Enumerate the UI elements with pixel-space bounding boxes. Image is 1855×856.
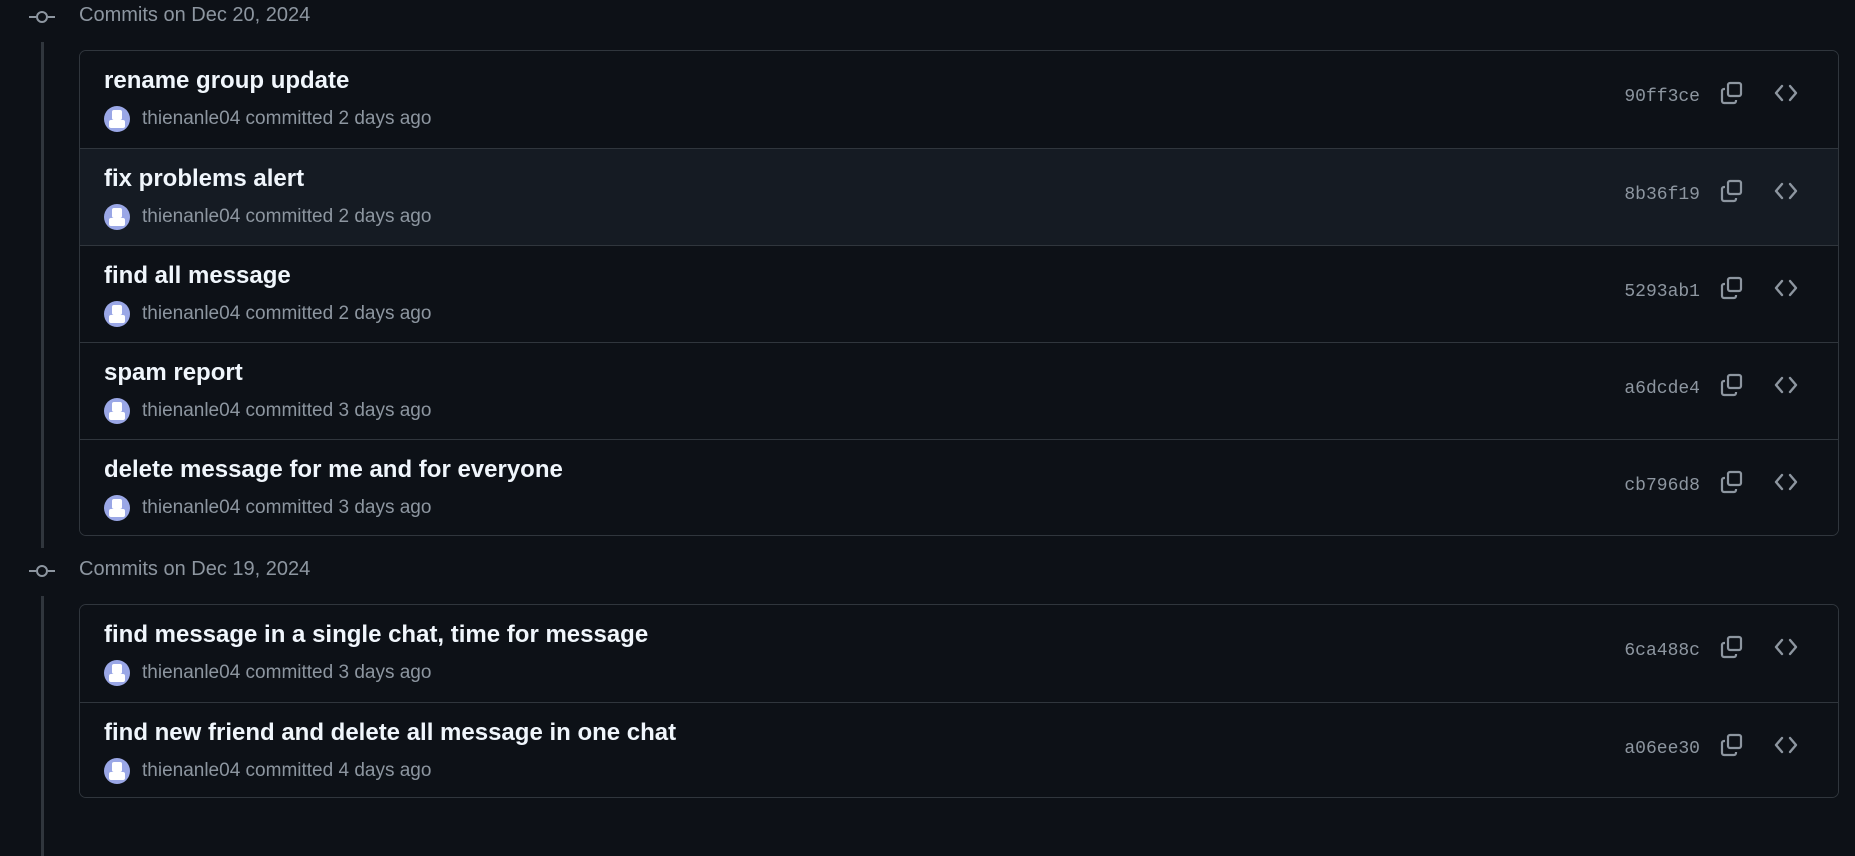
avatar[interactable] bbox=[104, 301, 130, 327]
copy-icon bbox=[1720, 635, 1743, 659]
commit-verb: committed bbox=[245, 206, 334, 227]
commit-verb: committed bbox=[245, 108, 334, 129]
browse-repo-button[interactable] bbox=[1768, 629, 1804, 665]
commit-row[interactable]: find new friend and delete all message i… bbox=[80, 702, 1838, 797]
copy-sha-button[interactable] bbox=[1714, 75, 1750, 111]
avatar[interactable] bbox=[104, 106, 130, 132]
commit-author-link[interactable]: thienanle04 bbox=[142, 662, 240, 683]
commit-meta: thienanle04 committed 3 days ago bbox=[104, 659, 431, 687]
copy-sha-button[interactable] bbox=[1714, 270, 1750, 306]
commit-time: 3 days ago bbox=[338, 662, 432, 683]
commit-row[interactable]: delete message for me and for everyone t… bbox=[80, 439, 1838, 535]
commit-meta: thienanle04 committed 3 days ago bbox=[104, 397, 431, 425]
commit-time: 2 days ago bbox=[338, 303, 432, 324]
commit-message-link[interactable]: find all message bbox=[104, 262, 291, 290]
code-icon bbox=[1774, 84, 1798, 102]
copy-sha-button[interactable] bbox=[1714, 727, 1750, 763]
copy-icon bbox=[1720, 179, 1743, 203]
commit-sha-link[interactable]: a06ee30 bbox=[1624, 739, 1700, 759]
commit-sha-link[interactable]: 6ca488c bbox=[1624, 641, 1700, 661]
commit-message-link[interactable]: rename group update bbox=[104, 67, 349, 95]
commit-row[interactable]: fix problems alert thienanle04 committed… bbox=[80, 148, 1838, 245]
copy-sha-button[interactable] bbox=[1714, 464, 1750, 500]
browse-repo-button[interactable] bbox=[1768, 270, 1804, 306]
commit-sha-link[interactable]: 5293ab1 bbox=[1624, 282, 1700, 302]
commit-sha-link[interactable]: 90ff3ce bbox=[1624, 87, 1700, 107]
commit-verb: committed bbox=[245, 400, 334, 421]
commit-verb: committed bbox=[245, 497, 334, 518]
copy-sha-button[interactable] bbox=[1714, 629, 1750, 665]
commit-message-link[interactable]: fix problems alert bbox=[104, 165, 304, 193]
commit-row[interactable]: spam report thienanle04 committed 3 days… bbox=[80, 342, 1838, 439]
commit-time: 2 days ago bbox=[338, 206, 432, 227]
commit-author-link[interactable]: thienanle04 bbox=[142, 206, 240, 227]
avatar[interactable] bbox=[104, 660, 130, 686]
commit-author-link[interactable]: thienanle04 bbox=[142, 303, 240, 324]
code-icon bbox=[1774, 638, 1798, 656]
commit-row[interactable]: find all message thienanle04 committed 2… bbox=[80, 245, 1838, 342]
commit-timeline: Commits on Dec 20, 2024 rename group upd… bbox=[0, 0, 1855, 856]
avatar[interactable] bbox=[104, 495, 130, 521]
code-icon bbox=[1774, 279, 1798, 297]
commit-group-title: Commits on Dec 19, 2024 bbox=[79, 558, 311, 580]
avatar[interactable] bbox=[104, 398, 130, 424]
commit-sha-link[interactable]: a6dcde4 bbox=[1624, 379, 1700, 399]
copy-icon bbox=[1720, 733, 1743, 757]
commit-sha-link[interactable]: cb796d8 bbox=[1624, 476, 1700, 496]
copy-sha-button[interactable] bbox=[1714, 367, 1750, 403]
git-commit-icon bbox=[29, 565, 55, 577]
commit-meta: thienanle04 committed 2 days ago bbox=[104, 105, 431, 133]
copy-icon bbox=[1720, 470, 1743, 494]
commit-sha-link[interactable]: 8b36f19 bbox=[1624, 185, 1700, 205]
commit-list: rename group update thienanle04 committe… bbox=[79, 50, 1839, 536]
browse-repo-button[interactable] bbox=[1768, 173, 1804, 209]
timeline-rail bbox=[41, 42, 44, 548]
commit-author-link[interactable]: thienanle04 bbox=[142, 497, 240, 518]
commit-time: 2 days ago bbox=[338, 108, 432, 129]
commit-message-link[interactable]: delete message for me and for everyone bbox=[104, 456, 563, 484]
commit-message-link[interactable]: find new friend and delete all message i… bbox=[104, 719, 676, 747]
commit-time: 3 days ago bbox=[338, 497, 432, 518]
commit-verb: committed bbox=[245, 303, 334, 324]
commit-row[interactable]: find message in a single chat, time for … bbox=[80, 605, 1838, 702]
timeline-rail bbox=[41, 596, 44, 856]
code-icon bbox=[1774, 473, 1798, 491]
commit-list: find message in a single chat, time for … bbox=[79, 604, 1839, 798]
commit-meta: thienanle04 committed 2 days ago bbox=[104, 300, 431, 328]
code-icon bbox=[1774, 736, 1798, 754]
browse-repo-button[interactable] bbox=[1768, 727, 1804, 763]
code-icon bbox=[1774, 376, 1798, 394]
commit-meta: thienanle04 committed 3 days ago bbox=[104, 494, 431, 522]
commit-message-link[interactable]: find message in a single chat, time for … bbox=[104, 621, 648, 649]
commit-meta: thienanle04 committed 2 days ago bbox=[104, 203, 431, 231]
avatar[interactable] bbox=[104, 758, 130, 784]
copy-icon bbox=[1720, 81, 1743, 105]
browse-repo-button[interactable] bbox=[1768, 464, 1804, 500]
browse-repo-button[interactable] bbox=[1768, 75, 1804, 111]
commit-row[interactable]: rename group update thienanle04 committe… bbox=[80, 51, 1838, 148]
commit-time: 4 days ago bbox=[338, 760, 432, 781]
git-commit-icon bbox=[29, 11, 55, 23]
avatar[interactable] bbox=[104, 204, 130, 230]
code-icon bbox=[1774, 182, 1798, 200]
commit-time: 3 days ago bbox=[338, 400, 432, 421]
commit-verb: committed bbox=[245, 662, 334, 683]
copy-icon bbox=[1720, 276, 1743, 300]
commit-author-link[interactable]: thienanle04 bbox=[142, 760, 240, 781]
copy-icon bbox=[1720, 373, 1743, 397]
commit-meta: thienanle04 committed 4 days ago bbox=[104, 757, 431, 785]
browse-repo-button[interactable] bbox=[1768, 367, 1804, 403]
copy-sha-button[interactable] bbox=[1714, 173, 1750, 209]
commit-message-link[interactable]: spam report bbox=[104, 359, 243, 387]
commit-author-link[interactable]: thienanle04 bbox=[142, 108, 240, 129]
commit-group-title: Commits on Dec 20, 2024 bbox=[79, 4, 311, 26]
commit-author-link[interactable]: thienanle04 bbox=[142, 400, 240, 421]
commit-verb: committed bbox=[245, 760, 334, 781]
